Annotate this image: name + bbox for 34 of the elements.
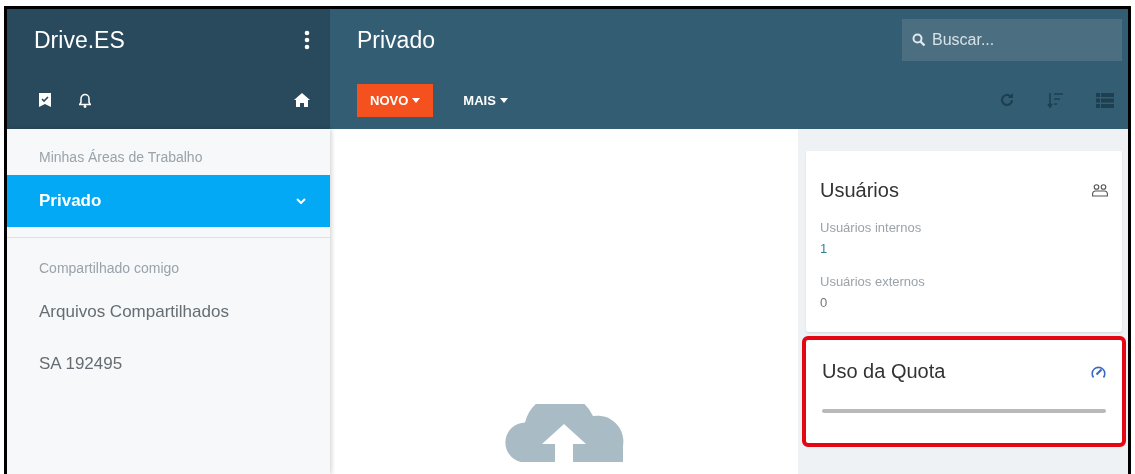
sidebar-item[interactable]: SA 192495	[7, 338, 330, 390]
card-title: Uso da Quota	[822, 360, 946, 383]
stat-label: Usuários internos	[820, 220, 923, 235]
sidebar-item[interactable]: Privado	[7, 175, 330, 227]
new-button[interactable]: NOVO	[357, 83, 434, 117]
sidebar-item[interactable]: Arquivos Compartilhados	[7, 286, 330, 338]
caret-icon	[412, 97, 421, 103]
users-icon	[1092, 184, 1108, 197]
stat-value: 0	[820, 295, 828, 310]
bell-icon	[79, 92, 91, 108]
item-label: Privado	[39, 191, 102, 211]
item-label: SA 192495	[39, 354, 123, 374]
stat-value: 1	[820, 241, 828, 256]
more-vertical-icon	[304, 30, 310, 50]
notifications-button[interactable]	[79, 92, 91, 108]
item-label: Arquivos Compartilhados	[39, 302, 229, 322]
section-heading: Compartilhado comigo	[38, 259, 180, 278]
bookmark-button[interactable]	[39, 93, 51, 107]
bookmark-check-icon	[39, 93, 51, 107]
refresh-icon	[999, 92, 1015, 108]
caret-icon	[499, 97, 508, 103]
home-icon	[294, 93, 310, 107]
section-heading: Minhas Áreas de Trabalho	[38, 148, 203, 167]
sort-icon	[1047, 91, 1064, 109]
home-button[interactable]	[294, 93, 310, 107]
list-icon	[1096, 92, 1114, 108]
more-button[interactable]: MAIS	[463, 83, 508, 117]
card-title: Usuários	[820, 179, 899, 202]
app-name: Drive.ES	[34, 26, 125, 54]
stat-label: Usuários externos	[820, 274, 926, 289]
gauge-icon	[1091, 364, 1106, 379]
search-field[interactable]: Buscar...	[902, 19, 1122, 61]
more-menu-button[interactable]	[302, 28, 312, 52]
page-title: Privado	[357, 26, 435, 54]
